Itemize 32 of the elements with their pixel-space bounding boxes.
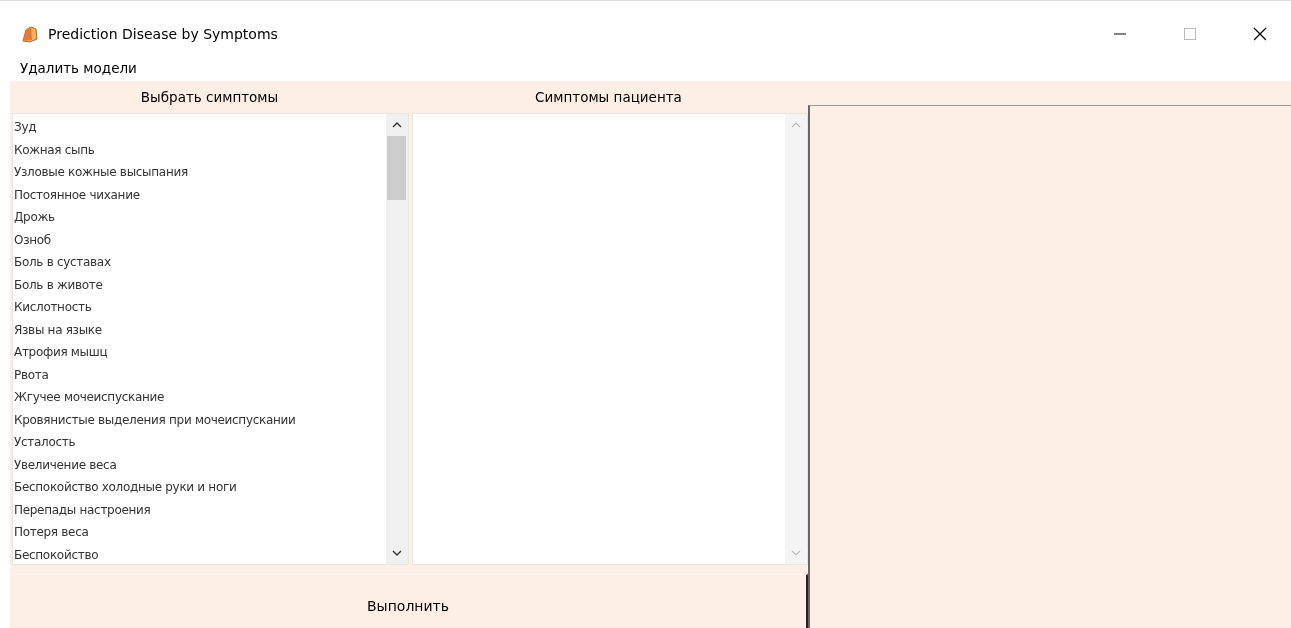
scroll-down-icon[interactable] [391, 550, 402, 556]
scroll-thumb[interactable] [387, 136, 406, 200]
close-icon[interactable] [1253, 27, 1267, 41]
list-item[interactable]: Беспокойство [14, 543, 385, 564]
list-item[interactable]: Рвота [14, 363, 385, 386]
list-item[interactable]: Дрожь [14, 206, 385, 229]
list-item[interactable]: Озноб [14, 228, 385, 251]
list-item[interactable]: Беспокойство холодные руки и ноги [14, 476, 385, 499]
column-heading: Симптомы пациента [534, 89, 683, 105]
list-item[interactable]: Потеря веса [14, 521, 385, 544]
list-item[interactable]: Усталость [14, 431, 385, 454]
menu-item[interactable]: Удалить модели [20, 60, 137, 76]
list-item[interactable]: Постоянное чихание [14, 183, 385, 206]
list-item[interactable]: Атрофия мышц [14, 341, 385, 364]
maximize-icon[interactable] [1183, 27, 1197, 41]
column-heading: Выбрать симптомы [139, 89, 280, 105]
app-icon [20, 24, 40, 44]
list-item[interactable]: Перепады настроения [14, 498, 385, 521]
list-item[interactable]: Боль в животе [14, 273, 385, 296]
list-item[interactable]: Кожная сыпь [14, 138, 385, 161]
list-item[interactable]: Кислотность [14, 296, 385, 319]
run-button[interactable]: Выполнить [10, 574, 808, 628]
scrollbar[interactable] [385, 114, 408, 564]
list-item[interactable]: Жгучее мочеиспускание [14, 386, 385, 409]
scroll-up-icon[interactable] [391, 122, 402, 128]
list-item[interactable]: Зуд [14, 116, 385, 139]
list-item[interactable]: Боль в суставах [14, 251, 385, 274]
list-item[interactable]: Язвы на языке [14, 318, 385, 341]
list-item[interactable]: Узловые кожные высыпания [14, 161, 385, 184]
list-item[interactable]: Увеличение веса [14, 453, 385, 476]
list-item[interactable]: Кровянистые выделения при мочеиспускании [14, 408, 385, 431]
window-title: Prediction Disease by Symptoms [48, 26, 278, 42]
